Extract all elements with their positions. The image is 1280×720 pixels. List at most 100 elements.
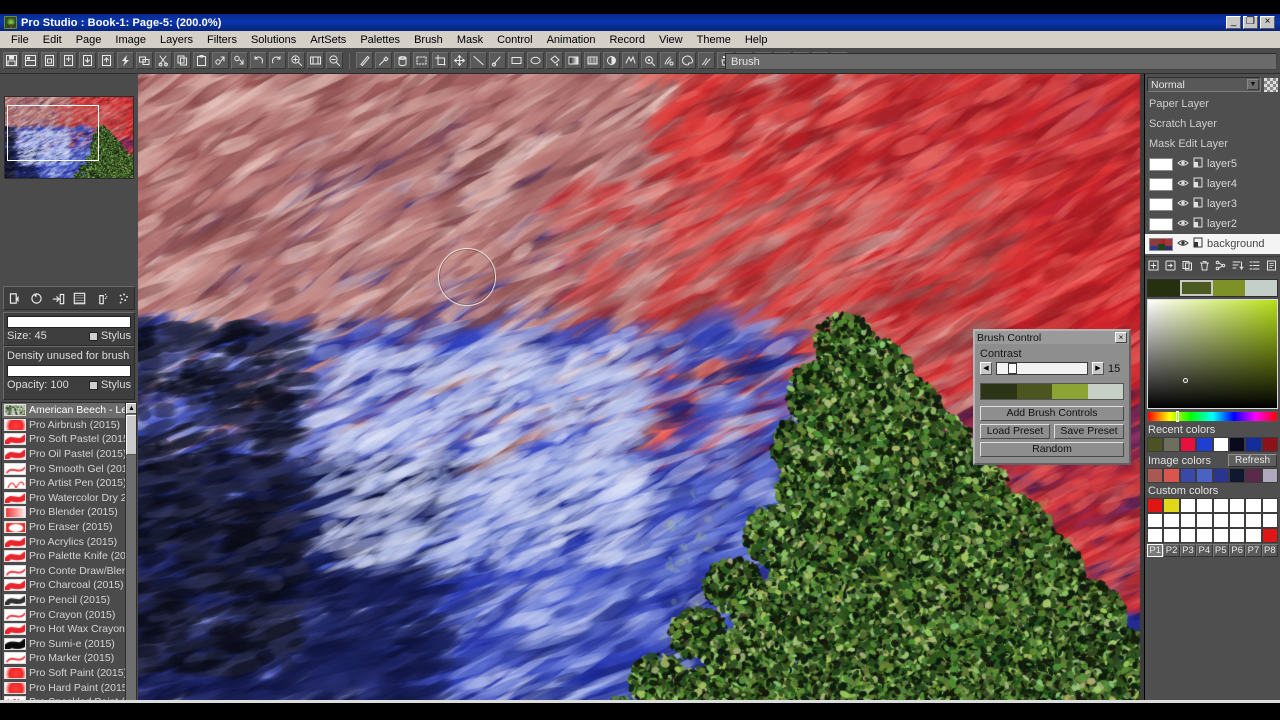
load-preset-button[interactable]: Load Preset [980, 424, 1050, 439]
eye-icon[interactable] [1177, 178, 1189, 191]
blend-mode-select[interactable]: Normal ▼ [1147, 77, 1261, 92]
paper-texture-icon[interactable] [71, 289, 89, 307]
custom-color-swatch[interactable] [1245, 513, 1261, 528]
navigator-viewport[interactable] [7, 105, 99, 161]
palette-tab-p1[interactable]: P1 [1147, 544, 1163, 557]
custom-color-swatch[interactable] [1229, 513, 1245, 528]
contrast-increment-button[interactable]: ▶ [1092, 362, 1104, 375]
gradient-stop[interactable] [1017, 384, 1053, 399]
palette-tab-p3[interactable]: P3 [1180, 544, 1196, 557]
zoom-in-icon[interactable] [288, 52, 305, 69]
menu-item-animation[interactable]: Animation [540, 33, 603, 47]
gradient-stop[interactable] [1052, 384, 1088, 399]
custom-color-swatch[interactable] [1213, 498, 1229, 513]
zoom-fit-icon[interactable] [307, 52, 324, 69]
menu-item-record[interactable]: Record [602, 33, 651, 47]
open-page-icon[interactable] [60, 52, 77, 69]
custom-color-swatch[interactable] [1180, 528, 1196, 543]
new-page-icon[interactable] [41, 52, 58, 69]
brush-list-item[interactable]: Pro Charcoal (2015) [2, 578, 125, 593]
custom-color-swatch[interactable] [1262, 498, 1278, 513]
menu-item-solutions[interactable]: Solutions [244, 33, 303, 47]
brush-status-field[interactable]: Brush [725, 53, 1277, 70]
layer-mask-icon[interactable] [1193, 217, 1203, 231]
export-page-icon[interactable] [98, 52, 115, 69]
color-square[interactable] [1147, 299, 1278, 409]
pattern-icon[interactable] [584, 52, 601, 69]
custom-color-swatch[interactable] [1147, 528, 1163, 543]
recent-color-swatch[interactable] [1262, 437, 1278, 452]
special-layer-row[interactable]: Mask Edit Layer [1145, 134, 1280, 154]
import-layer-icon[interactable] [1164, 259, 1177, 275]
recent-color-swatch[interactable] [1163, 437, 1179, 452]
delete-layer-icon[interactable] [1198, 259, 1211, 275]
undo-icon[interactable] [250, 52, 267, 69]
pen-node-icon[interactable] [489, 52, 506, 69]
custom-color-swatch[interactable] [1163, 528, 1179, 543]
opacity-slider-track[interactable] [7, 365, 131, 377]
special-layer-row[interactable]: Scratch Layer [1145, 114, 1280, 134]
custom-color-swatch[interactable] [1163, 513, 1179, 528]
size-slider-track[interactable] [7, 316, 131, 328]
brush-list-item[interactable]: Pro Pencil (2015) [2, 593, 125, 608]
menu-item-view[interactable]: View [652, 33, 690, 47]
custom-color-swatch[interactable] [1229, 528, 1245, 543]
brush-list-item[interactable]: Pro Airbrush (2015) [2, 418, 125, 433]
palette-tab-p7[interactable]: P7 [1245, 544, 1261, 557]
menu-item-palettes[interactable]: Palettes [353, 33, 407, 47]
close-button[interactable]: × [1260, 16, 1275, 29]
layer-thumbnail[interactable] [1149, 178, 1173, 191]
eye-icon[interactable] [1177, 198, 1189, 211]
color-swatch[interactable] [1180, 280, 1212, 296]
grain-icon[interactable] [114, 289, 132, 307]
layer-thumbnail[interactable] [1149, 198, 1173, 211]
scroll-up-button[interactable]: ▲ [126, 403, 137, 414]
palette-tab-p2[interactable]: P2 [1163, 544, 1179, 557]
gradient-stop[interactable] [1088, 384, 1124, 399]
magnify-select-icon[interactable] [641, 52, 658, 69]
brush-list-scrollbar[interactable]: ▲ ▼ [125, 403, 136, 720]
crop-icon[interactable] [432, 52, 449, 69]
hue-bar[interactable] [1147, 411, 1278, 422]
image-color-swatch[interactable] [1180, 468, 1196, 483]
color-swatch[interactable] [1148, 280, 1180, 296]
layer-mask-icon[interactable] [1193, 237, 1203, 251]
eye-icon[interactable] [1177, 158, 1189, 171]
palette-tab-p6[interactable]: P6 [1229, 544, 1245, 557]
recent-color-swatch[interactable] [1180, 437, 1196, 452]
color-gradient-field[interactable] [1148, 300, 1277, 408]
recent-color-swatch[interactable] [1229, 437, 1245, 452]
gradient-stop[interactable] [981, 384, 1017, 399]
sort-layer-icon[interactable] [1231, 259, 1244, 275]
menu-item-theme[interactable]: Theme [690, 33, 738, 47]
brush-list-item[interactable]: Pro Hard Paint (2015) [2, 680, 125, 695]
import-page-icon[interactable] [79, 52, 96, 69]
rotate-icon[interactable] [27, 289, 45, 307]
contrast-decrement-button[interactable]: ◀ [980, 362, 992, 375]
blend-icon[interactable] [603, 52, 620, 69]
image-color-swatch[interactable] [1163, 468, 1179, 483]
custom-color-swatch[interactable] [1196, 498, 1212, 513]
brush-list-item[interactable]: Pro Artist Pen (2015) [2, 476, 125, 491]
eye-icon[interactable] [1177, 238, 1189, 251]
random-button[interactable]: Random [980, 442, 1124, 457]
layer-thumbnail[interactable] [1149, 238, 1173, 251]
menu-item-page[interactable]: Page [69, 33, 109, 47]
custom-color-swatch[interactable] [1245, 528, 1261, 543]
smudge-icon[interactable] [660, 52, 677, 69]
menu-item-help[interactable]: Help [738, 33, 775, 47]
menu-item-mask[interactable]: Mask [450, 33, 490, 47]
brush-list-item[interactable]: Pro Acrylics (2015) [2, 534, 125, 549]
contrast-slider-track[interactable] [996, 362, 1088, 375]
custom-color-swatch[interactable] [1147, 513, 1163, 528]
eyedropper-icon[interactable] [375, 52, 392, 69]
layer-row[interactable]: layer5 [1145, 154, 1280, 174]
scroll-thumb[interactable] [126, 415, 137, 455]
move-icon[interactable] [451, 52, 468, 69]
layer-mask-icon[interactable] [1193, 157, 1203, 171]
spray-icon[interactable] [92, 289, 110, 307]
brush-list-item[interactable]: Pro Sumi-e (2015) [2, 637, 125, 652]
brush-control-dialog[interactable]: Brush Control × Contrast ◀ ▶ 15 Add Brus… [973, 329, 1131, 465]
brush-list-item[interactable]: Pro Soft Paint (2015) [2, 666, 125, 681]
copy-icon[interactable] [174, 52, 191, 69]
